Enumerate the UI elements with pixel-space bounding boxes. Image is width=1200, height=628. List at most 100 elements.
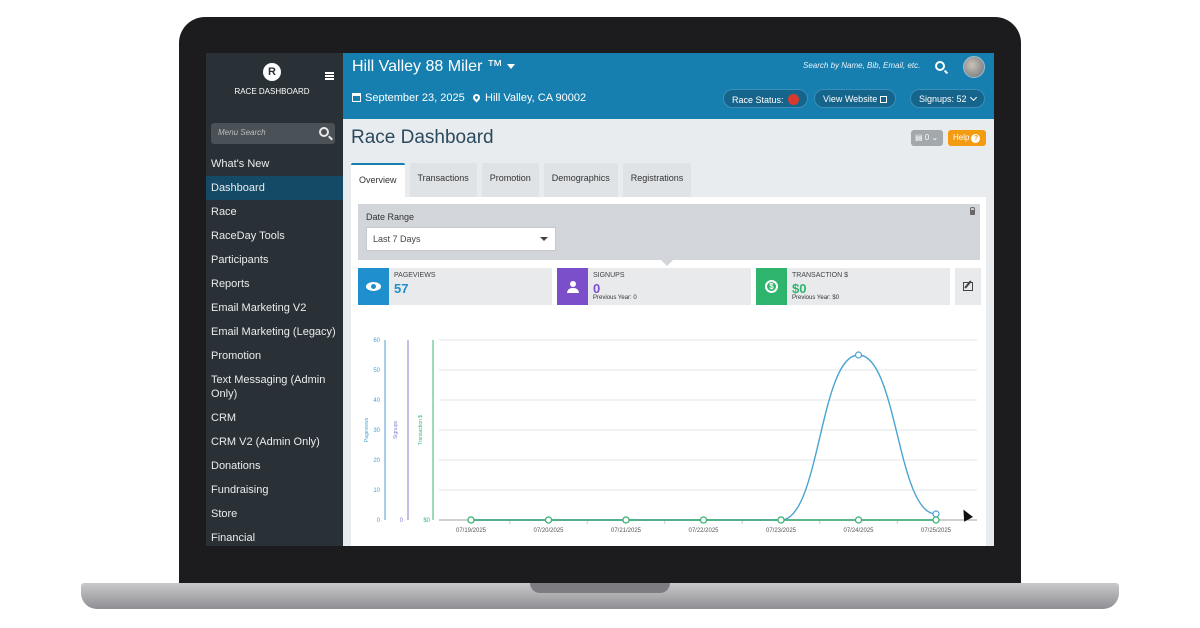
sidebar-item-participants[interactable]: Participants	[206, 248, 343, 272]
transactions-stat-card[interactable]: $ TRANSACTION $ $0 Previous Year: $0	[756, 268, 950, 305]
tab-registrations[interactable]: Registrations	[622, 163, 692, 197]
caret-down-icon	[540, 237, 548, 241]
y-axis-label: Pageviews	[364, 417, 370, 442]
overview-chart: Pageviews Signups Transaction $ 0 10 20 30 40 50…	[364, 338, 977, 534]
date-range-select[interactable]: Last 7 Days	[366, 227, 556, 251]
x-tick-label: 07/19/2025	[456, 528, 487, 534]
y-tick-label: 50	[373, 368, 380, 374]
external-link-icon	[880, 96, 888, 103]
signups-label: Signups: 52	[919, 94, 967, 104]
transactions-label: TRANSACTION $	[792, 272, 849, 279]
app-logo-text: RACE DASHBOARD	[234, 87, 310, 96]
edit-stats-button[interactable]	[955, 268, 981, 305]
app-screen: R RACE DASHBOARD Menu Search What's New D…	[206, 53, 994, 546]
global-search-input[interactable]: Search by Name, Bib, Email, etc.	[803, 61, 920, 70]
data-point	[932, 510, 940, 518]
sidebar-item-crm[interactable]: CRM	[206, 406, 343, 430]
view-website-button[interactable]: View Website	[814, 89, 897, 108]
view-website-label: View Website	[823, 94, 878, 104]
x-tick-label: 07/25/2025	[921, 528, 952, 534]
data-point	[622, 516, 630, 524]
y-tick-label: $0	[423, 518, 430, 524]
data-point	[699, 516, 708, 524]
y-tick-label: 40	[373, 398, 380, 404]
race-selector[interactable]: Hill Valley 88 Miler ™	[352, 58, 515, 76]
lock-icon[interactable]	[970, 207, 975, 215]
tab-transactions[interactable]: Transactions	[409, 163, 477, 197]
sidebar-item-raceday-tools[interactable]: RaceDay Tools	[206, 224, 343, 248]
tab-bar: Overview Transactions Promotion Demographic…	[351, 163, 692, 197]
data-point	[544, 516, 553, 524]
sidebar-item-email-marketing-legacy[interactable]: Email Marketing (Legacy)	[206, 320, 343, 344]
user-signup-icon	[557, 268, 588, 305]
help-button[interactable]: Help?	[948, 130, 986, 146]
hamburger-menu-icon[interactable]	[325, 72, 334, 80]
chevron-down-icon	[969, 93, 977, 102]
sidebar-item-fundraising[interactable]: Fundraising	[206, 478, 343, 502]
tab-promotion[interactable]: Promotion	[481, 163, 539, 197]
date-range-section: Date Range Last 7 Days	[358, 204, 980, 260]
main-content: Race Dashboard ▤ 0 ⌄ Help? Overview Trans…	[343, 119, 994, 546]
y-tick-label: 10	[373, 488, 380, 494]
race-title: Hill Valley 88 Miler ™	[352, 58, 503, 75]
dollar-icon: $	[756, 268, 787, 305]
transactions-previous-year: Previous Year: $0	[792, 295, 840, 301]
y-tick-label: 20	[373, 458, 380, 464]
tab-overview[interactable]: Overview	[351, 163, 405, 197]
signups-previous-year: Previous Year: 0	[593, 295, 637, 301]
signups-stat-card[interactable]: SIGNUPS 0 Previous Year: 0	[557, 268, 751, 305]
date-range-value: Last 7 Days	[373, 234, 421, 244]
signups-stat-label: SIGNUPS	[593, 272, 625, 279]
sidebar-item-donations[interactable]: Donations	[206, 454, 343, 478]
sidebar-item-race[interactable]: Race	[206, 200, 343, 224]
x-tick-label: 07/22/2025	[688, 528, 719, 534]
x-tick-label: 07/20/2025	[533, 528, 564, 534]
y-tick-label: 0	[400, 518, 404, 524]
sidebar: R RACE DASHBOARD Menu Search What's New D…	[206, 53, 343, 546]
overview-panel: Date Range Last 7 Days PAGEVIEWS 57 SIGN…	[351, 197, 986, 546]
sidebar-item-dashboard[interactable]: Dashboard	[206, 176, 343, 200]
y-tick-label: 60	[373, 338, 380, 344]
x-tick-label: 07/21/2025	[611, 528, 642, 534]
race-logo-icon[interactable]: R	[263, 63, 281, 81]
topbar: Hill Valley 88 Miler ™ Search by Name, B…	[343, 53, 994, 119]
pageviews-stat-card[interactable]: PAGEVIEWS 57	[358, 268, 552, 305]
x-tick-label: 07/23/2025	[766, 528, 797, 534]
race-status-button[interactable]: Race Status:	[723, 89, 808, 108]
search-icon[interactable]	[319, 127, 329, 137]
eye-icon	[358, 268, 389, 305]
laptop-notch	[530, 583, 670, 593]
sidebar-item-store[interactable]: Store	[206, 502, 343, 526]
caret-down-icon	[506, 64, 515, 70]
data-point	[854, 516, 863, 524]
y-tick-label: 30	[373, 428, 380, 434]
tab-demographics[interactable]: Demographics	[543, 163, 618, 197]
y-axis-label: Signups	[393, 420, 399, 439]
signups-stat-value: 0	[593, 281, 601, 296]
y-tick-label: 0	[377, 518, 381, 524]
sidebar-item-promotion[interactable]: Promotion	[206, 344, 343, 368]
avatar[interactable]	[963, 56, 985, 78]
notifications-counter-button[interactable]: ▤ 0 ⌄	[911, 130, 943, 146]
race-location-text: Hill Valley, CA 90002	[485, 92, 587, 104]
logo-letter: R	[268, 66, 276, 78]
sidebar-item-crm-v2-admin-only[interactable]: CRM V2 (Admin Only)	[206, 430, 343, 454]
sidebar-item-financial[interactable]: Financial	[206, 526, 343, 546]
sidebar-item-reports[interactable]: Reports	[206, 272, 343, 296]
signups-button[interactable]: Signups: 52	[910, 89, 985, 108]
page-title: Race Dashboard	[351, 127, 494, 148]
data-point	[467, 516, 475, 524]
search-icon[interactable]	[935, 61, 945, 71]
sidebar-item-text-messaging-admin-only[interactable]: Text Messaging (Admin Only)	[206, 368, 343, 406]
map-pin-icon	[471, 92, 482, 103]
date-range-label: Date Range	[366, 212, 415, 222]
sidebar-item-what-s-new[interactable]: What's New	[206, 152, 343, 176]
race-date-text: September 23, 2025	[365, 92, 465, 104]
x-tick-label: 07/24/2025	[843, 528, 874, 534]
race-date: September 23, 2025	[352, 92, 465, 104]
counter-value: 0	[924, 133, 930, 142]
menu-search-input[interactable]: Menu Search	[211, 123, 335, 144]
data-point	[854, 351, 863, 359]
sidebar-nav: What's New Dashboard Race RaceDay Tools Part…	[206, 152, 343, 546]
sidebar-item-email-marketing-v2[interactable]: Email Marketing V2	[206, 296, 343, 320]
